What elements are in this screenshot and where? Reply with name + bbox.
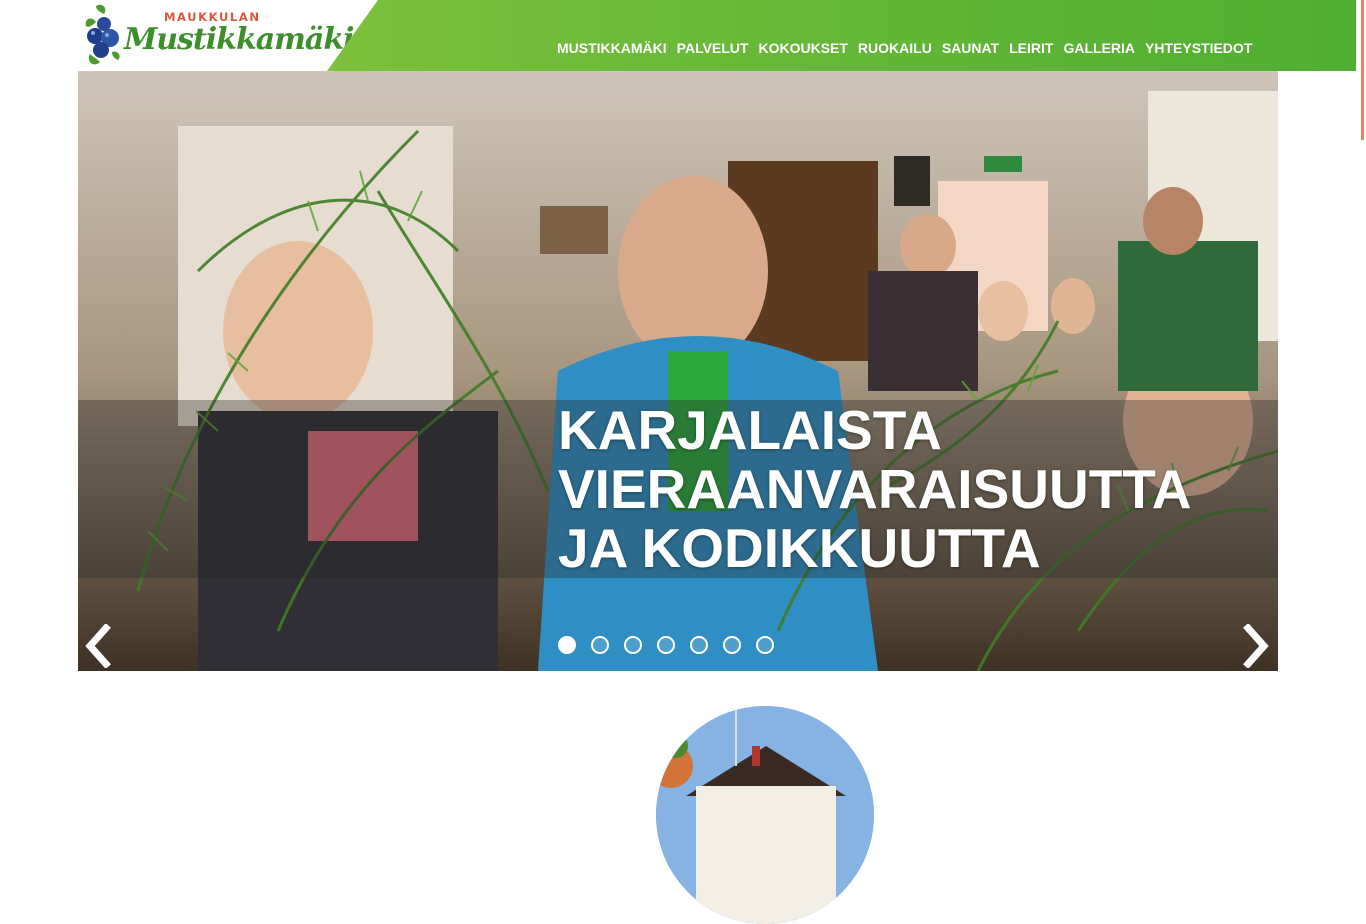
slider-dot-2[interactable]	[591, 636, 609, 654]
slider-prev-button[interactable]	[82, 623, 112, 669]
nav-item-ruokailu[interactable]: RUOKAILU	[853, 40, 937, 56]
slider-dot-7[interactable]	[756, 636, 774, 654]
nav-item-mustikkamaki[interactable]: MUSTIKKAMÄKI	[552, 40, 672, 56]
nav-item-yhteystiedot[interactable]: YHTEYSTIEDOT	[1140, 40, 1257, 56]
slide-caption: KARJALAISTA VIERAANVARAISUUTTA JA KODIKK…	[558, 401, 1258, 578]
slider-dot-5[interactable]	[690, 636, 708, 654]
hero-slider: KARJALAISTA VIERAANVARAISUUTTA JA KODIKK…	[78, 71, 1278, 671]
nav-item-leirit[interactable]: LEIRIT	[1004, 40, 1058, 56]
logo[interactable]: MAUKKULAN Mustikkamäki	[78, 0, 378, 71]
slide-photo	[78, 71, 1278, 671]
slider-dot-6[interactable]	[723, 636, 741, 654]
slider-dot-1[interactable]	[558, 636, 576, 654]
nav-item-palvelut[interactable]: PALVELUT	[672, 40, 754, 56]
caption-line-1: KARJALAISTA	[558, 399, 942, 461]
house-photo-circle	[656, 706, 874, 924]
nav-item-galleria[interactable]: GALLERIA	[1058, 40, 1140, 56]
scrollbar-thumb[interactable]	[1361, 0, 1364, 140]
slider-dot-3[interactable]	[624, 636, 642, 654]
site-header: MAUKKULAN Mustikkamäki MUSTIKKAMÄKI PALV…	[78, 0, 1356, 71]
slider-pagination	[558, 636, 774, 654]
chevron-right-icon	[1243, 623, 1269, 669]
nav-item-saunat[interactable]: SAUNAT	[937, 40, 1004, 56]
main-nav: MUSTIKKAMÄKI PALVELUT KOKOUKSET RUOKAILU…	[552, 40, 1257, 56]
nav-item-kokoukset[interactable]: KOKOUKSET	[753, 40, 852, 56]
caption-line-3: JA KODIKKUUTTA	[558, 517, 1041, 579]
house-image	[656, 706, 874, 924]
caption-line-2: VIERAANVARAISUUTTA	[558, 458, 1192, 520]
slider-dot-4[interactable]	[657, 636, 675, 654]
blueberry-icon	[85, 4, 120, 65]
chevron-left-icon	[85, 623, 111, 669]
slider-next-button[interactable]	[1242, 623, 1272, 669]
logo-script-text: Mustikkamäki	[124, 22, 355, 57]
